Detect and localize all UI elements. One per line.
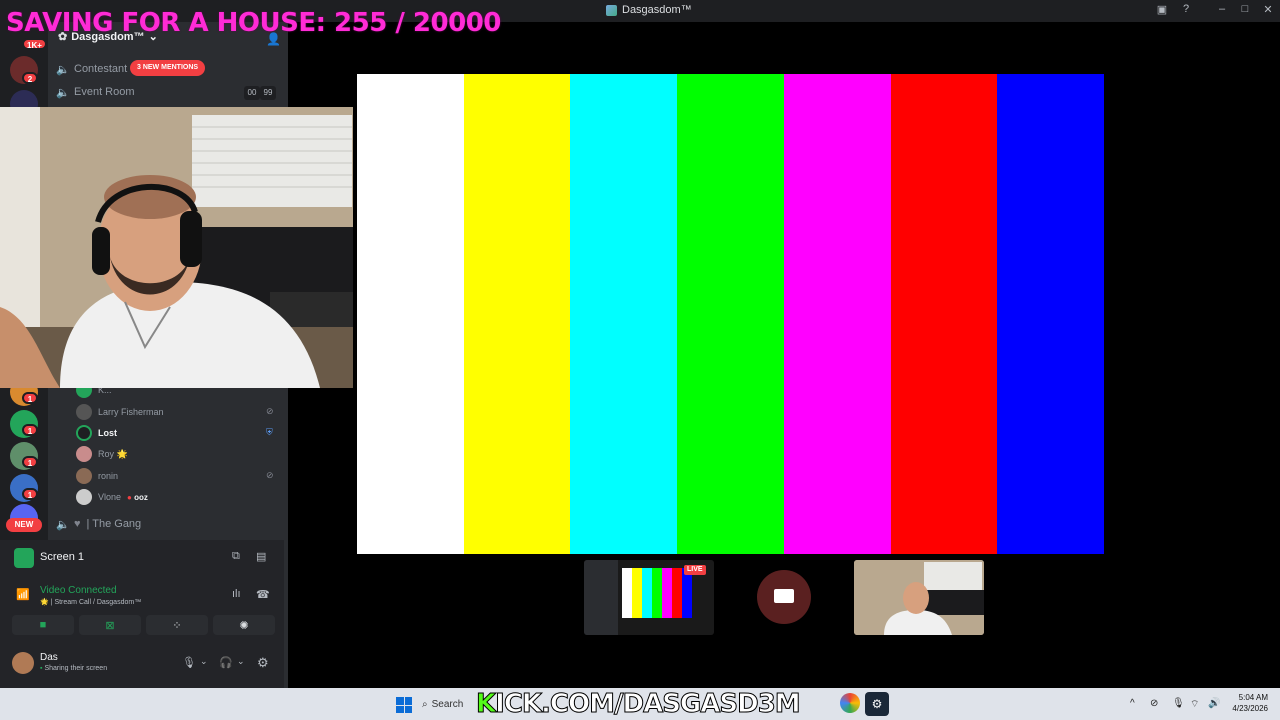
screen-share-icon: ▪ xyxy=(40,665,43,672)
chevron-down-icon[interactable]: ⌄ xyxy=(237,656,245,667)
kick-url-overlay: KICK.COM/DASGASD3M xyxy=(475,689,801,720)
camera-icon: ■ xyxy=(39,619,47,631)
avatar xyxy=(76,425,92,441)
kick-letter: K xyxy=(475,689,496,720)
screen-label: Screen 1 xyxy=(40,551,85,563)
server-badge: 1 xyxy=(22,488,38,500)
chevron-up-icon[interactable]: ^ xyxy=(1130,698,1135,709)
webcam-image xyxy=(0,107,353,388)
user-status: ▪ Sharing their screen xyxy=(40,665,108,672)
channel-event-room[interactable]: 🔈 Event Room xyxy=(56,86,135,99)
channel-contestant[interactable]: 🔈 Contestant xyxy=(56,63,127,76)
signal-icon[interactable]: 📶 xyxy=(16,588,30,601)
color-bar xyxy=(357,74,464,554)
server-badge: 1 xyxy=(22,424,38,436)
live-badge: LIVE xyxy=(684,565,706,575)
app-logo-icon xyxy=(606,4,617,16)
noise-suppression-icon[interactable]: ılı xyxy=(232,588,241,600)
stream-settings-icon[interactable]: ▤ xyxy=(256,550,266,563)
server-badge: 2 xyxy=(22,72,38,84)
kick-url-rest: ICK.COM/DASGASD3M xyxy=(495,689,801,720)
network-icon[interactable]: ⊘ xyxy=(1150,698,1158,709)
avatar[interactable] xyxy=(12,652,34,674)
server-badge: 1 xyxy=(22,392,38,404)
server-badge: 1K+ xyxy=(22,38,47,50)
call-channel[interactable]: 🌟 | Stream Call / Dasgasdom™ xyxy=(40,598,141,606)
server-badge: 1 xyxy=(22,456,38,468)
microphone-icon[interactable]: 🎙 xyxy=(1172,698,1185,709)
user-name: Das xyxy=(40,652,58,663)
speaker-icon: 🔈 xyxy=(56,87,70,99)
participant-tile[interactable] xyxy=(719,560,849,635)
mic-muted-icon: ⊘ xyxy=(266,470,274,480)
microphone-icon[interactable]: 🎙 xyxy=(182,656,196,669)
color-bar xyxy=(890,74,998,554)
user-limit: 99 xyxy=(260,86,276,100)
connection-status: Video Connected xyxy=(40,585,117,596)
member-tag: ● ooz xyxy=(127,492,148,502)
voice-member[interactable]: ronin xyxy=(76,467,118,485)
popout-icon[interactable]: ⧉ xyxy=(232,550,240,563)
disconnect-icon[interactable]: ☎ xyxy=(256,588,270,601)
screen-share-icon: ⊠ xyxy=(105,619,115,632)
avatar xyxy=(76,446,92,462)
wifi-icon[interactable]: ⌔ xyxy=(1190,698,1199,711)
stop-stream-button[interactable]: ⊠ xyxy=(79,615,141,635)
help-icon[interactable]: ? xyxy=(1178,3,1194,15)
color-bar xyxy=(463,74,571,554)
screen-share-icon xyxy=(14,548,34,568)
steam-icon[interactable]: ⚙ xyxy=(865,692,889,716)
activities-button[interactable]: ⁘ xyxy=(146,615,208,635)
activities-icon: ⁘ xyxy=(172,619,182,632)
voice-member[interactable]: Larry Fisherman xyxy=(76,403,164,421)
user-count: 00 xyxy=(244,86,260,100)
camera-off-icon xyxy=(774,589,794,603)
taskbar-search[interactable]: ⌕ Search xyxy=(422,694,482,714)
webcam-overlay xyxy=(0,107,353,388)
webcam-tile[interactable] xyxy=(854,560,984,635)
thumbnail-image xyxy=(854,560,984,635)
color-bar xyxy=(570,74,678,554)
gear-icon[interactable]: ⚙ xyxy=(257,655,269,671)
speaker-icon: 🔈 xyxy=(56,64,70,76)
maximize-button[interactable]: □ xyxy=(1237,3,1253,15)
mic-muted-icon: ⊘ xyxy=(266,406,274,416)
chrome-icon[interactable] xyxy=(840,693,860,713)
avatar xyxy=(76,489,92,505)
new-badge: NEW xyxy=(6,518,42,532)
tag-icon: ● xyxy=(127,492,132,502)
headphones-icon[interactable]: 🎧 xyxy=(219,656,233,669)
soundboard-button[interactable]: ✺ xyxy=(213,615,275,635)
voice-member[interactable]: Roy 🌟 xyxy=(76,445,128,463)
window-title: Dasgasdom™ xyxy=(606,4,692,16)
color-bar xyxy=(677,74,784,554)
inbox-icon[interactable]: ▣ xyxy=(1154,3,1170,16)
voice-member[interactable]: Lost xyxy=(76,424,117,442)
avatar xyxy=(76,468,92,484)
channel-the-gang[interactable]: 🔈 ♥ | The Gang xyxy=(56,518,141,531)
minimize-button[interactable]: – xyxy=(1214,3,1230,15)
stream-video[interactable] xyxy=(357,74,1105,554)
color-bar xyxy=(997,74,1105,554)
shield-icon: ⛨ xyxy=(266,427,273,437)
goal-overlay-title: SAVING FOR A HOUSE: 255 / 20000 xyxy=(6,8,501,38)
taskbar-clock[interactable]: 5:04 AM 4/23/2026 xyxy=(1226,692,1268,714)
close-button[interactable]: ✕ xyxy=(1260,3,1276,16)
speaker-icon: 🔈 xyxy=(56,519,70,531)
color-bar xyxy=(783,74,891,554)
chevron-down-icon[interactable]: ⌄ xyxy=(200,656,208,667)
windows-start-icon[interactable] xyxy=(396,697,412,713)
voice-member[interactable]: Vlone ● ooz xyxy=(76,488,148,506)
mentions-badge[interactable]: 3 NEW MENTIONS xyxy=(130,60,206,76)
soundboard-icon: ✺ xyxy=(239,619,249,632)
avatar xyxy=(76,404,92,420)
heart-icon: ♥ xyxy=(74,518,81,530)
camera-button[interactable]: ■ xyxy=(12,615,74,635)
search-icon: ⌕ xyxy=(422,698,428,710)
volume-icon[interactable]: 🔊 xyxy=(1208,698,1220,709)
